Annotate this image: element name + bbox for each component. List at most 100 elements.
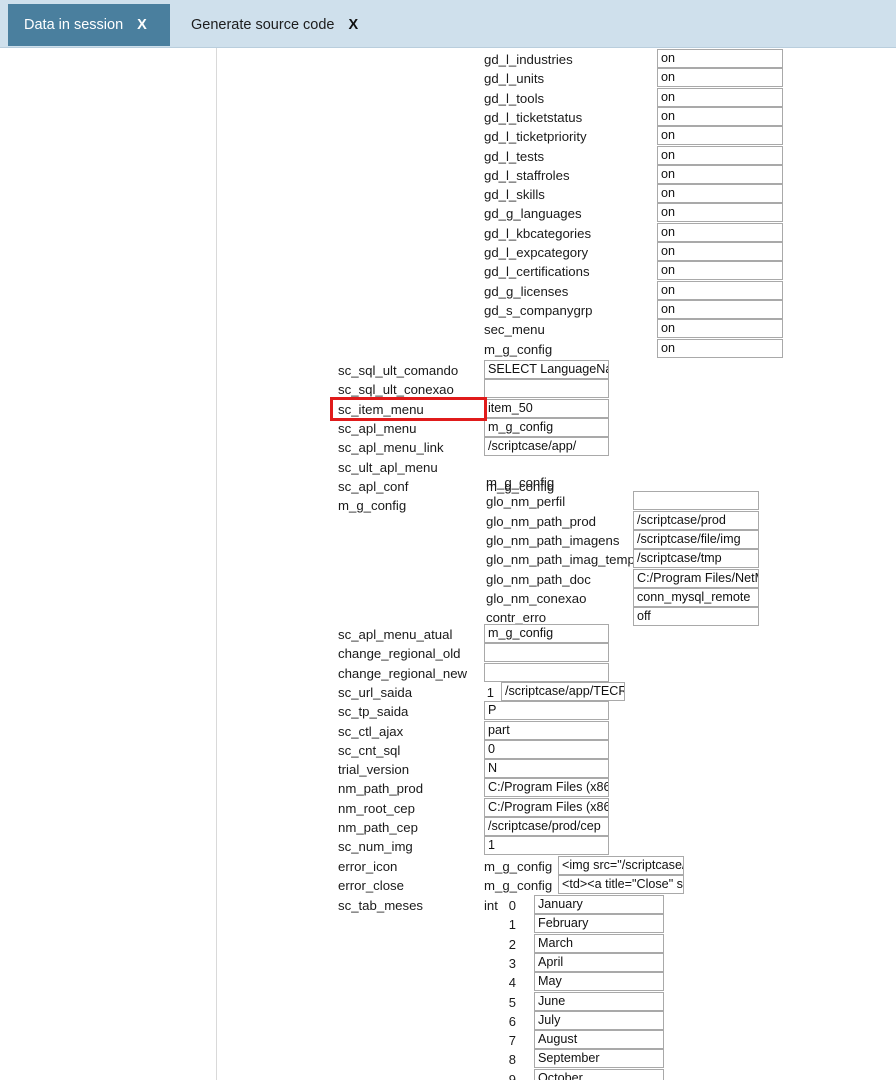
array-item-value[interactable]: January bbox=[534, 895, 664, 914]
variable-value[interactable]: 0 bbox=[484, 739, 609, 759]
session-flag-value[interactable]: on bbox=[657, 319, 783, 339]
variable-label: sc_apl_conf bbox=[338, 478, 409, 494]
variable-label: sc_ult_apl_menu bbox=[338, 459, 438, 475]
variable-value[interactable]: off bbox=[633, 607, 759, 627]
variable-value[interactable]: item_50 bbox=[484, 398, 609, 418]
session-flag-value[interactable]: on bbox=[657, 49, 783, 68]
array-item-value[interactable]: October bbox=[534, 1068, 664, 1080]
session-flag-label: gd_l_tests bbox=[484, 148, 545, 164]
variable-nested-value[interactable]: /scriptcase/app/TECRE bbox=[501, 681, 625, 701]
session-flag-label: gd_l_expcategory bbox=[484, 245, 589, 260]
session-flag-label: gd_s_companygrp bbox=[484, 302, 593, 318]
variable-value[interactable]: P bbox=[484, 701, 609, 721]
session-flag-value[interactable]: on bbox=[657, 184, 783, 204]
variable-value[interactable] bbox=[633, 491, 759, 511]
variable-value[interactable] bbox=[484, 379, 609, 399]
session-flag-value[interactable]: on bbox=[657, 126, 783, 146]
array-index: 0 bbox=[508, 898, 516, 913]
array-index: 8 bbox=[508, 1052, 516, 1068]
variable-value[interactable]: conn_mysql_remote bbox=[633, 587, 759, 607]
array-index: 2 bbox=[508, 936, 516, 952]
array-item-value[interactable]: June bbox=[534, 991, 664, 1011]
session-flag-label: gd_l_industries bbox=[484, 52, 573, 67]
tab-label: Generate source code bbox=[191, 17, 335, 33]
session-flag-label: gd_l_ticketstatus bbox=[484, 109, 583, 125]
variable-label: sc_item_menu bbox=[338, 401, 424, 417]
variable-label: sc_tab_meses bbox=[338, 898, 424, 913]
variable-label: sc_cnt_sql bbox=[338, 742, 401, 758]
session-flag-label: gd_l_units bbox=[484, 71, 545, 87]
session-flag-value[interactable]: on bbox=[657, 164, 783, 184]
array-item-value[interactable]: March bbox=[534, 933, 664, 953]
array-item-value[interactable]: April bbox=[534, 952, 664, 972]
variable-value[interactable]: m_g_config bbox=[484, 417, 609, 437]
variable-value[interactable]: /scriptcase/prod bbox=[633, 510, 759, 530]
variable-label: nm_root_cep bbox=[338, 800, 415, 816]
session-flag-value[interactable]: on bbox=[657, 261, 783, 281]
array-index: 5 bbox=[508, 994, 516, 1010]
tab-data-in-session[interactable]: Data in session X bbox=[8, 4, 170, 46]
variable-label: glo_nm_path_imagens bbox=[486, 532, 620, 548]
variable-value[interactable]: /scriptcase/prod/cep bbox=[484, 817, 609, 836]
array-item-value[interactable]: August bbox=[534, 1030, 664, 1050]
session-flag-label: gd_l_tools bbox=[484, 90, 545, 106]
variable-value[interactable]: m_g_config bbox=[484, 624, 609, 643]
tab-bar: Data in session X Generate source code X bbox=[0, 0, 896, 48]
tab-generate-source-code[interactable]: Generate source code X bbox=[175, 4, 374, 46]
session-flag-value[interactable]: on bbox=[657, 280, 783, 300]
array-item-value[interactable]: July bbox=[534, 1010, 664, 1030]
tab-close-icon[interactable]: X bbox=[348, 17, 358, 33]
variable-value[interactable] bbox=[484, 662, 609, 682]
session-flag-value[interactable]: on bbox=[657, 338, 783, 358]
session-flag-value[interactable]: on bbox=[657, 106, 783, 126]
session-flag-value[interactable]: on bbox=[657, 203, 783, 223]
column-divider bbox=[216, 48, 217, 1080]
array-item-value[interactable]: February bbox=[534, 914, 664, 934]
variable-owner: m_g_config bbox=[484, 859, 553, 874]
variable-label: trial_version bbox=[338, 762, 410, 778]
array-item-value[interactable]: September bbox=[534, 1049, 664, 1069]
session-flag-label: gd_l_kbcategories bbox=[484, 225, 592, 241]
session-flag-value[interactable]: on bbox=[657, 299, 783, 319]
variable-value[interactable]: /scriptcase/app/ bbox=[484, 437, 609, 457]
session-flag-value[interactable]: on bbox=[657, 87, 783, 107]
variable-value[interactable]: /scriptcase/tmp bbox=[633, 549, 759, 569]
variable-value[interactable]: C:/Program Files (x86)/ bbox=[484, 797, 609, 817]
variable-value[interactable]: N bbox=[484, 759, 609, 779]
variable-value[interactable]: <img src="/scriptcase/a bbox=[558, 856, 684, 875]
session-flag-value[interactable]: on bbox=[657, 68, 783, 88]
tab-label: Data in session bbox=[24, 17, 124, 33]
session-flag-label: sec_menu bbox=[484, 322, 545, 338]
session-flag-label: gd_g_licenses bbox=[484, 283, 569, 299]
variable-label: glo_nm_path_doc bbox=[486, 571, 591, 587]
variable-value[interactable] bbox=[484, 643, 609, 663]
variable-label: sc_sql_ult_conexao bbox=[338, 382, 454, 398]
variable-label: glo_nm_path_imag_temp bbox=[486, 552, 635, 568]
session-flag-label: gd_l_ticketpriority bbox=[484, 129, 587, 145]
variable-label: sc_num_img bbox=[338, 839, 413, 855]
variable-value[interactable]: /scriptcase/file/img bbox=[633, 529, 759, 549]
variable-label: error_close bbox=[338, 878, 404, 894]
array-index: 1 bbox=[508, 917, 516, 933]
variable-value[interactable]: SELECT LanguageNam bbox=[484, 360, 609, 379]
variable-value[interactable]: part bbox=[484, 720, 609, 740]
variable-value[interactable]: C:/Program Files (x86)/ bbox=[484, 778, 609, 798]
array-index: 1 bbox=[486, 684, 494, 700]
array-item-value[interactable]: May bbox=[534, 972, 664, 992]
variable-value[interactable]: 1 bbox=[484, 836, 609, 856]
variable-label: glo_nm_path_prod bbox=[486, 513, 596, 529]
variable-label: glo_nm_conexao bbox=[486, 590, 587, 606]
session-flag-value[interactable]: on bbox=[657, 222, 783, 242]
variable-label: sc_ctl_ajax bbox=[338, 723, 404, 739]
tab-close-icon[interactable]: X bbox=[137, 17, 147, 33]
session-flag-value[interactable]: on bbox=[657, 242, 783, 261]
session-flag-label: gd_g_languages bbox=[484, 206, 582, 222]
session-flag-value[interactable]: on bbox=[657, 145, 783, 165]
variable-label: glo_nm_perfil bbox=[486, 494, 566, 510]
array-index: 4 bbox=[508, 975, 516, 991]
variable-value[interactable]: <td><a title="Close" sty bbox=[558, 875, 684, 895]
variable-label: m_g_config bbox=[486, 475, 555, 490]
session-flag-label: gd_l_staffroles bbox=[484, 167, 570, 183]
variable-label: sc_apl_menu_link bbox=[338, 440, 444, 456]
variable-value[interactable]: C:/Program Files/NetMa bbox=[633, 568, 759, 588]
